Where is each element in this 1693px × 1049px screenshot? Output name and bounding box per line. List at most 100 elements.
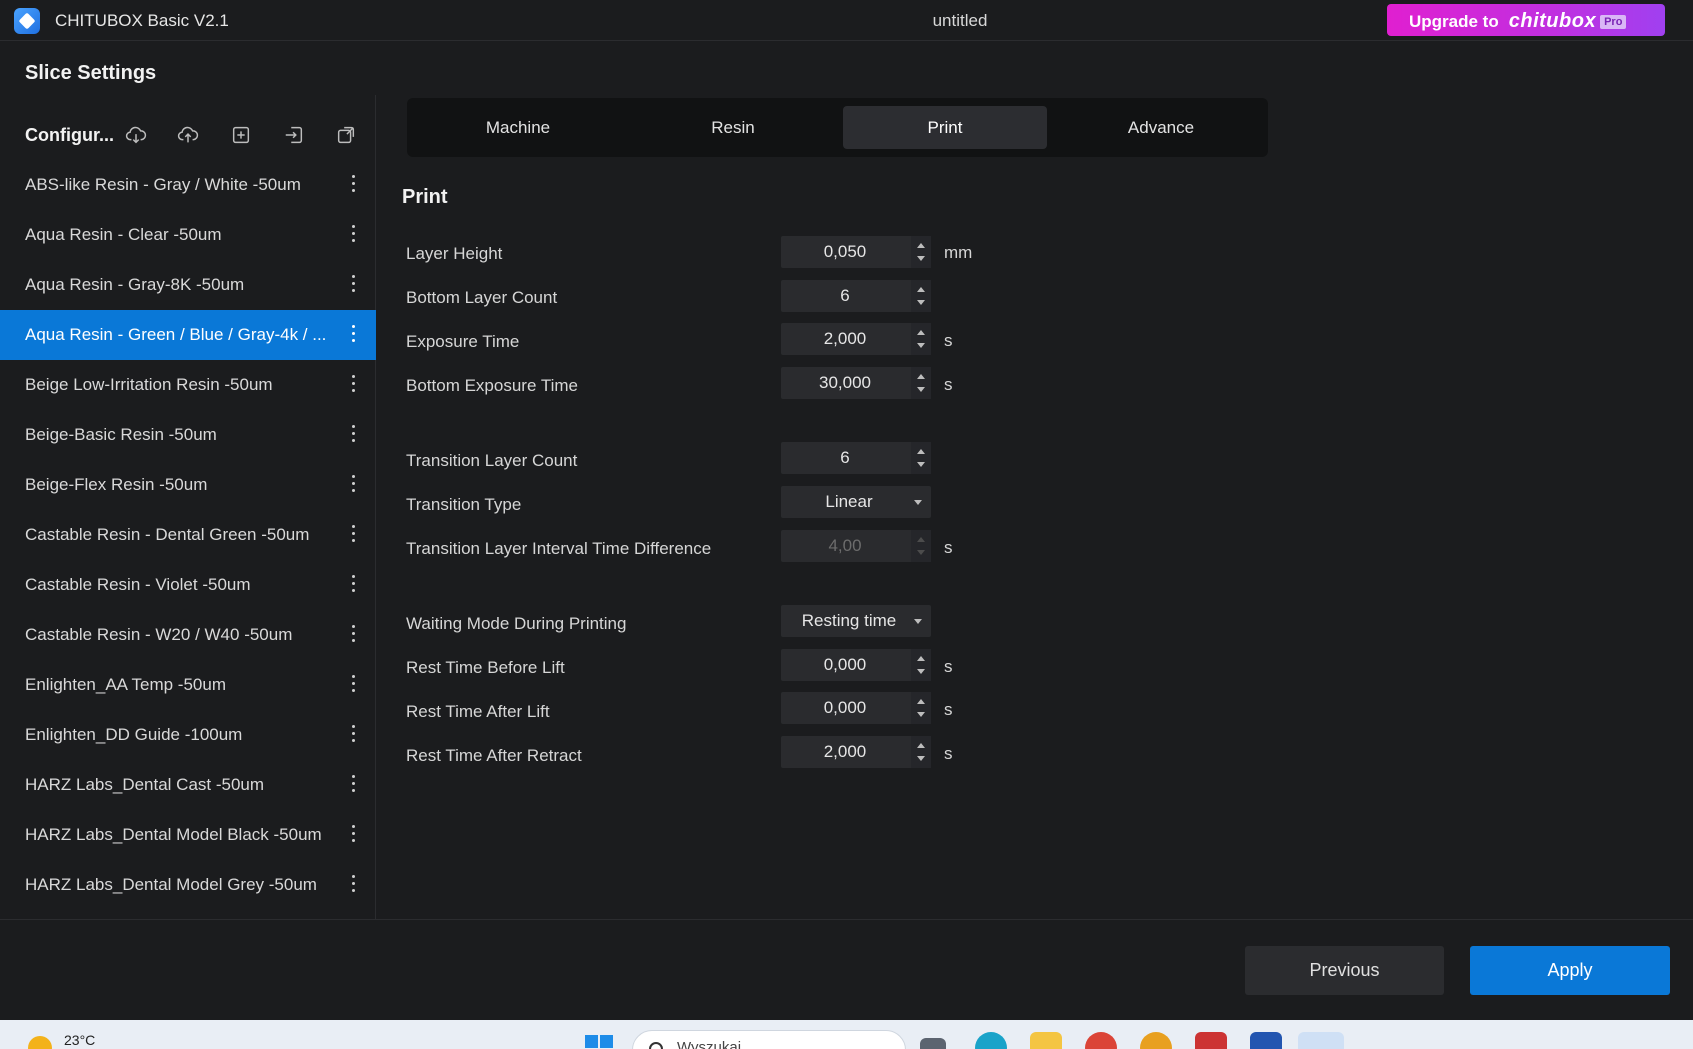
spin-up-icon[interactable] (917, 330, 925, 335)
more-options-icon[interactable] (350, 625, 356, 645)
config-list-item[interactable]: HARZ Labs_Dental Model Black -50um (0, 810, 376, 860)
config-list-item[interactable]: Enlighten_DD Guide -100um (0, 710, 376, 760)
bottom-exposure-time-input[interactable]: 30,000 (781, 367, 931, 399)
exposure-time-input[interactable]: 2,000 (781, 323, 931, 355)
spin-down-icon[interactable] (917, 462, 925, 467)
more-options-icon[interactable] (350, 875, 356, 895)
layer-height-value[interactable]: 0,050 (781, 236, 909, 268)
bottom-exposure-time-value[interactable]: 30,000 (781, 367, 909, 399)
spin-up-icon[interactable] (917, 699, 925, 704)
transition-layer-count-input[interactable]: 6 (781, 442, 931, 474)
spin-up-icon[interactable] (917, 243, 925, 248)
cloud-upload-icon[interactable] (177, 124, 199, 146)
transition-layer-count-value[interactable]: 6 (781, 442, 909, 474)
file-explorer-icon[interactable] (1030, 1032, 1062, 1049)
spin-down-icon[interactable] (917, 387, 925, 392)
more-options-icon[interactable] (350, 725, 356, 745)
apply-button[interactable]: Apply (1470, 946, 1670, 995)
export-config-icon[interactable] (335, 124, 357, 146)
bottom-layer-count-input[interactable]: 6 (781, 280, 931, 312)
rest-after-retract-input[interactable]: 2,000 (781, 736, 931, 768)
spin-down-icon[interactable] (917, 256, 925, 261)
transition-type-select[interactable]: Linear (781, 486, 931, 518)
more-options-icon[interactable] (350, 475, 356, 495)
rest-after-retract-value[interactable]: 2,000 (781, 736, 909, 768)
spin-down-icon[interactable] (917, 756, 925, 761)
more-options-icon[interactable] (350, 425, 356, 445)
windows-start-icon[interactable] (585, 1035, 614, 1049)
tab-advance[interactable]: Advance (1059, 106, 1263, 149)
upgrade-pro-button[interactable]: Upgrade to chitubox Pro (1387, 4, 1665, 36)
config-list-item[interactable]: Aqua Resin - Clear -50um (0, 210, 376, 260)
sun-weather-icon[interactable] (28, 1036, 52, 1049)
config-list-item[interactable]: Castable Resin - W20 / W40 -50um (0, 610, 376, 660)
rest-before-lift-value[interactable]: 0,000 (781, 649, 909, 681)
bottom-exposure-time-stepper[interactable] (911, 367, 931, 399)
more-options-icon[interactable] (350, 675, 356, 695)
previous-button[interactable]: Previous (1245, 946, 1444, 995)
import-config-icon[interactable] (283, 124, 305, 146)
spin-up-icon[interactable] (917, 449, 925, 454)
config-list-item[interactable]: ABS-like Resin - Gray / White -50um (0, 160, 376, 210)
spin-down-icon[interactable] (917, 343, 925, 348)
config-list-item[interactable]: Castable Resin - Dental Green -50um (0, 510, 376, 560)
waiting-mode-value: Resting time (801, 611, 897, 630)
config-list-item[interactable]: Enlighten_AA Temp -50um (0, 660, 376, 710)
config-list-item[interactable]: HARZ Labs_Dental Model Grey -50um (0, 860, 376, 910)
add-config-icon[interactable] (230, 124, 252, 146)
bottom-layer-count-value[interactable]: 6 (781, 280, 909, 312)
rest-after-lift-stepper[interactable] (911, 692, 931, 724)
spin-up-icon[interactable] (917, 656, 925, 661)
config-list-item[interactable]: Beige-Flex Resin -50um (0, 460, 376, 510)
taskbar-search-input[interactable]: Wyszukaj (632, 1030, 906, 1049)
config-list-item-selected[interactable]: Aqua Resin - Green / Blue / Gray-4k / ..… (0, 310, 376, 360)
transition-layer-count-stepper[interactable] (911, 442, 931, 474)
more-options-icon[interactable] (350, 525, 356, 545)
more-options-icon[interactable] (350, 375, 356, 395)
layer-height-stepper[interactable] (911, 236, 931, 268)
spin-down-icon[interactable] (917, 712, 925, 717)
config-list-item[interactable]: Castable Resin - Violet -50um (0, 560, 376, 610)
config-list-item[interactable]: HARZ Labs_Dental Cast -50um (0, 760, 376, 810)
config-list-item[interactable]: Beige-Basic Resin -50um (0, 410, 376, 460)
exposure-time-value[interactable]: 2,000 (781, 323, 909, 355)
zotero-icon[interactable] (1250, 1032, 1282, 1049)
exposure-time-stepper[interactable] (911, 323, 931, 355)
more-options-icon[interactable] (350, 575, 356, 595)
snipping-tool-icon[interactable] (1195, 1032, 1227, 1049)
spin-up-icon[interactable] (917, 287, 925, 292)
tab-resin[interactable]: Resin (631, 106, 835, 149)
rest-after-lift-value[interactable]: 0,000 (781, 692, 909, 724)
chrome-canary-icon[interactable] (1140, 1032, 1172, 1049)
spin-down-icon[interactable] (917, 669, 925, 674)
rest-after-retract-unit: s (944, 744, 953, 763)
tab-print[interactable]: Print (843, 106, 1047, 149)
chitubox-taskbar-icon[interactable] (1298, 1032, 1344, 1049)
rest-before-lift-stepper[interactable] (911, 649, 931, 681)
chrome-icon[interactable] (1085, 1032, 1117, 1049)
task-view-icon[interactable] (920, 1038, 946, 1049)
more-options-icon[interactable] (350, 775, 356, 795)
upgrade-text: Upgrade to (1409, 12, 1499, 31)
rest-before-lift-input[interactable]: 0,000 (781, 649, 931, 681)
spin-down-icon[interactable] (917, 300, 925, 305)
more-options-icon[interactable] (350, 225, 356, 245)
cloud-download-icon[interactable] (125, 124, 147, 146)
more-options-icon[interactable] (350, 825, 356, 845)
rest-after-lift-input[interactable]: 0,000 (781, 692, 931, 724)
more-options-icon[interactable] (350, 175, 356, 195)
bottom-layer-count-stepper[interactable] (911, 280, 931, 312)
rest-after-retract-stepper[interactable] (911, 736, 931, 768)
spin-up-icon[interactable] (917, 374, 925, 379)
waiting-mode-select[interactable]: Resting time (781, 605, 931, 637)
config-item-label: Castable Resin - Dental Green -50um (25, 525, 310, 544)
config-list-item[interactable]: Aqua Resin - Gray-8K -50um (0, 260, 376, 310)
config-list-item[interactable]: Beige Low-Irritation Resin -50um (0, 360, 376, 410)
edge-browser-icon[interactable] (975, 1032, 1007, 1049)
tab-machine[interactable]: Machine (416, 106, 620, 149)
more-options-icon[interactable] (350, 275, 356, 295)
layer-height-input[interactable]: 0,050 (781, 236, 931, 268)
spin-up-icon[interactable] (917, 743, 925, 748)
temperature[interactable]: 23°C (64, 1032, 95, 1048)
more-options-icon[interactable] (350, 325, 356, 345)
